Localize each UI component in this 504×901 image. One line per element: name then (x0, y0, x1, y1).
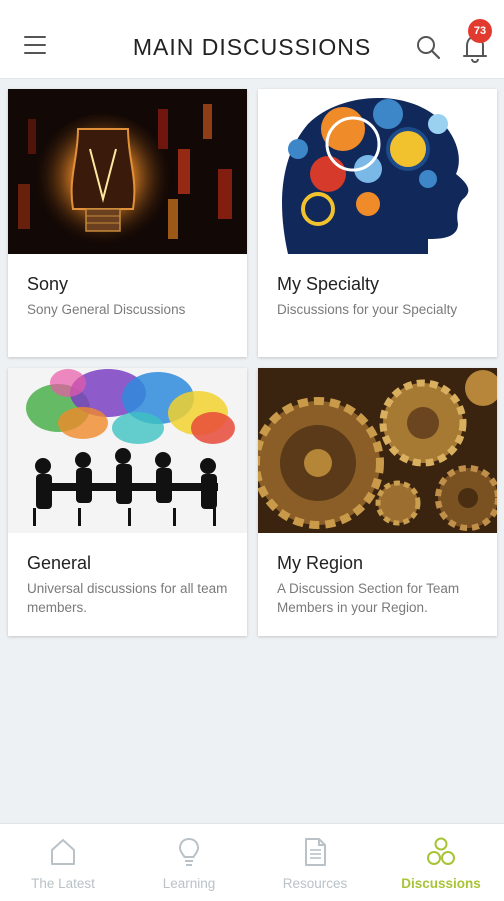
home-icon (51, 839, 75, 865)
card-title: General (27, 553, 92, 573)
card-description: Discussions for your Specialty (277, 302, 458, 317)
gears-head-image (258, 89, 497, 254)
card-sony[interactable]: Sony Sony General Discussions (8, 89, 247, 357)
lightbulb-icon (178, 837, 200, 866)
nav-label: Discussions (401, 876, 481, 891)
card-general[interactable]: General Universal discussions for all te… (8, 368, 247, 636)
card-my-region[interactable]: My Region A Discussion Section for Team … (258, 368, 497, 636)
nav-item-resources[interactable]: Resources (252, 824, 378, 901)
nav-item-learning[interactable]: Learning (126, 824, 252, 901)
brass-gears-image (258, 368, 497, 533)
card-description: A Discussion Section for Team Members in… (277, 581, 460, 615)
search-icon[interactable] (415, 34, 441, 60)
bottom-nav: The Latest Learning Resources Discussion… (0, 823, 504, 901)
nav-item-the-latest[interactable]: The Latest (0, 824, 126, 901)
card-title: My Specialty (277, 274, 380, 294)
lightbulb-image (8, 89, 247, 254)
app-header: MAIN DISCUSSIONS 73 (0, 0, 504, 79)
nav-label: The Latest (31, 876, 95, 891)
card-description: Universal discussions for all team membe… (27, 581, 228, 615)
discussions-icon (427, 837, 455, 865)
nav-label: Resources (282, 876, 348, 891)
nav-item-discussions[interactable]: Discussions (378, 824, 504, 901)
card-description: Sony General Discussions (27, 302, 186, 317)
card-my-specialty[interactable]: My Specialty Discussions for your Specia… (258, 89, 497, 357)
document-icon (305, 838, 326, 866)
card-title: My Region (277, 553, 364, 573)
meeting-speech-bubbles-image (8, 368, 247, 533)
card-title: Sony (27, 274, 69, 294)
notification-badge: 73 (468, 19, 492, 43)
nav-label: Learning (162, 876, 216, 891)
